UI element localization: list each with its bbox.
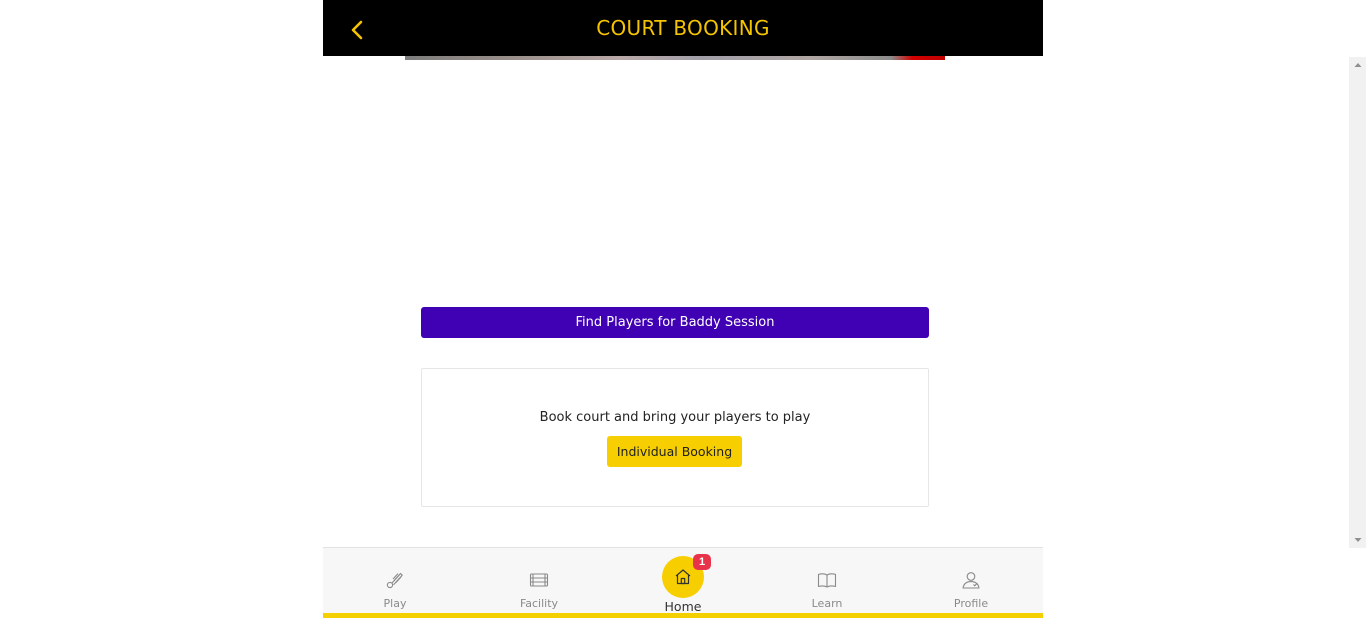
booking-description: Book court and bring your players to pla…: [539, 410, 811, 425]
nav-label-home: Home: [664, 599, 702, 614]
home-icon: [675, 569, 691, 585]
nav-item-learn[interactable]: Learn: [755, 548, 899, 614]
scroll-down-arrow[interactable]: [1349, 532, 1366, 548]
page-title: COURT BOOKING: [596, 16, 770, 40]
browser-viewport: COURT BOOKING Find Players for Baddy Ses…: [0, 0, 1366, 618]
court-icon: [529, 573, 549, 587]
chevron-left-icon: [351, 20, 363, 40]
nav-item-home[interactable]: 1 Home: [611, 548, 755, 614]
find-players-button[interactable]: Find Players for Baddy Session: [421, 307, 929, 338]
nav-label-play: Play: [383, 597, 407, 610]
caret-up-icon: [1354, 63, 1361, 67]
nav-item-facility[interactable]: Facility: [467, 548, 611, 614]
app-header: COURT BOOKING: [323, 0, 1043, 56]
app-screen: COURT BOOKING Find Players for Baddy Ses…: [323, 0, 1043, 618]
nav-label-learn: Learn: [811, 597, 843, 610]
shuttlecock-icon: [386, 572, 403, 589]
booking-card: Book court and bring your players to pla…: [421, 368, 929, 507]
back-button[interactable]: [345, 16, 369, 44]
nav-item-profile[interactable]: Profile: [899, 548, 1043, 614]
individual-booking-button[interactable]: Individual Booking: [607, 436, 742, 467]
nav-label-profile: Profile: [953, 597, 989, 610]
notification-badge: 1: [693, 554, 711, 570]
banner-image: [405, 56, 945, 60]
caret-down-icon: [1354, 538, 1361, 542]
bottom-navigation: Play Facility 1 Home Learn Profile: [323, 547, 1043, 614]
vertical-scrollbar[interactable]: [1349, 57, 1366, 548]
scroll-up-arrow[interactable]: [1349, 57, 1366, 73]
book-icon: [817, 573, 837, 588]
nav-item-play[interactable]: Play: [323, 548, 467, 614]
nav-label-facility: Facility: [519, 597, 559, 610]
bottom-accent-bar: [323, 613, 1043, 618]
profile-icon: [962, 572, 980, 589]
